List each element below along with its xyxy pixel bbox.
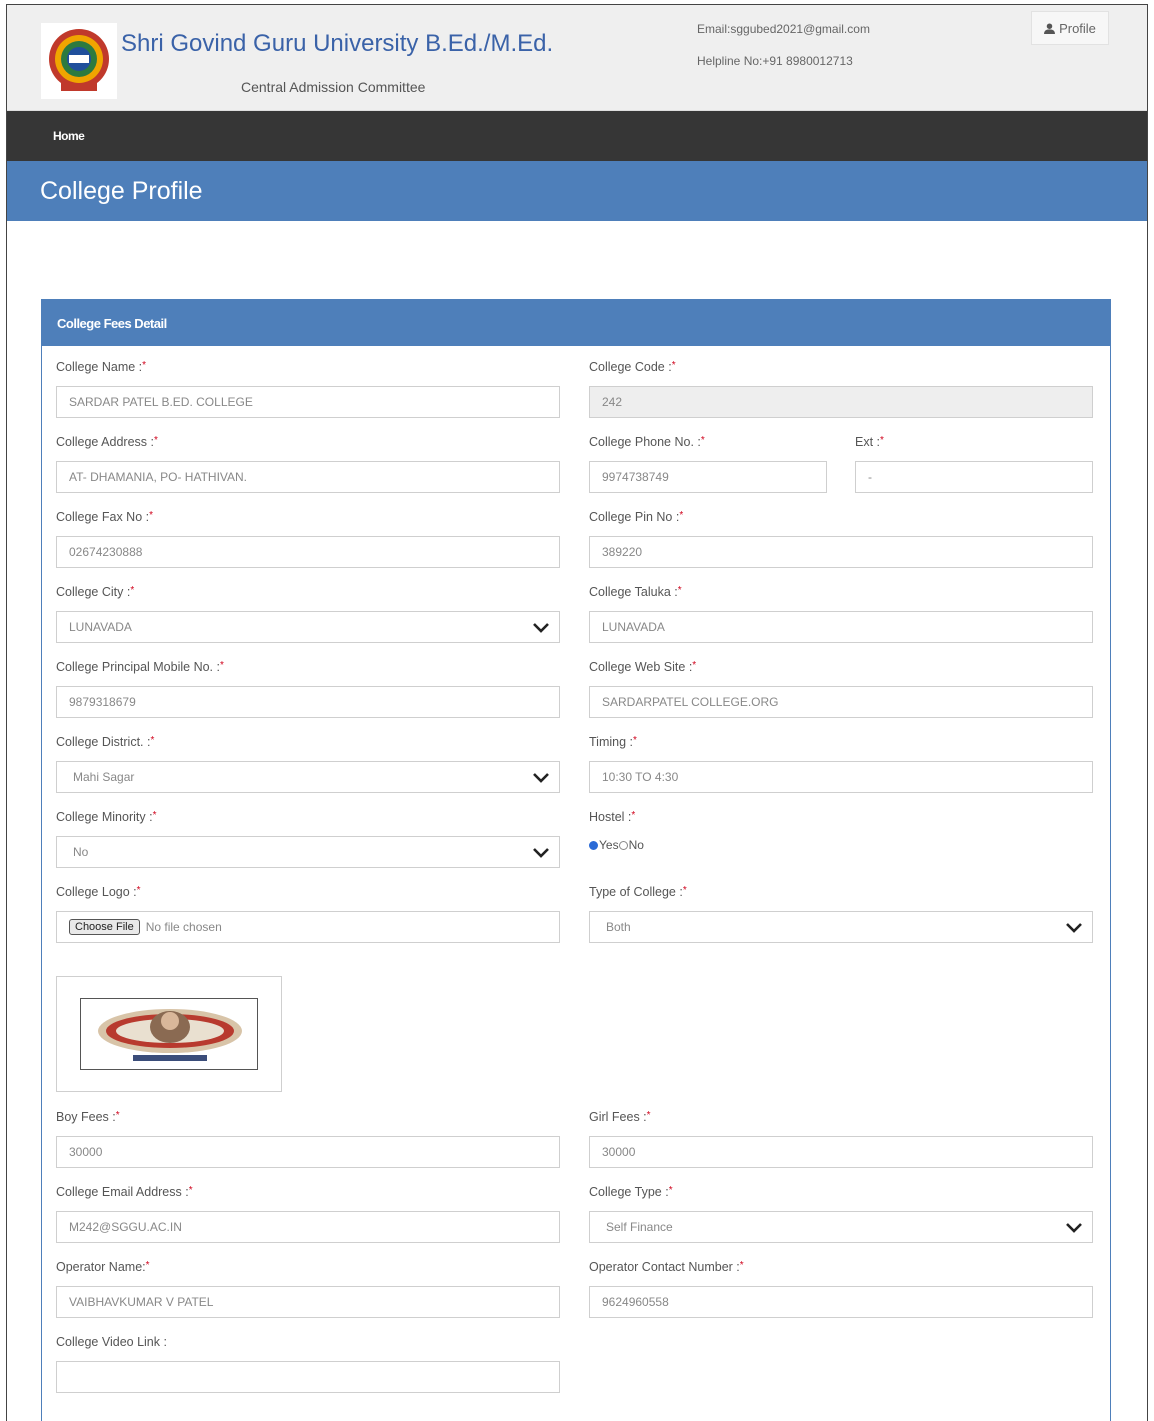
page-frame: Shri Govind Guru University B.Ed./M.Ed. … — [6, 4, 1148, 1421]
college-address-label: College Address :* — [56, 435, 158, 449]
chevron-down-icon — [1066, 923, 1082, 933]
operator-name-label: Operator Name:* — [56, 1260, 150, 1274]
hostel-no-radio[interactable] — [618, 840, 628, 850]
principal-mobile-input[interactable]: 9879318679 — [56, 686, 560, 718]
university-seal-icon — [49, 29, 109, 91]
nav-home-link[interactable]: Home — [53, 129, 85, 143]
college-type-value: Self Finance — [606, 1220, 673, 1234]
college-type-label: College Type :* — [589, 1185, 673, 1199]
email-input[interactable]: M242@SGGU.AC.IN — [56, 1211, 560, 1243]
panel-title: College Fees Detail — [57, 316, 167, 331]
minority-label: College Minority :* — [56, 810, 157, 824]
email-label: College Email Address :* — [56, 1185, 193, 1199]
video-link-input[interactable] — [56, 1361, 560, 1393]
chevron-down-icon — [533, 623, 549, 633]
chevron-down-icon — [533, 848, 549, 858]
panel-header: College Fees Detail — [42, 300, 1110, 346]
district-value: Mahi Sagar — [73, 770, 135, 784]
video-link-label: College Video Link : — [56, 1335, 167, 1349]
website-input[interactable]: SARDARPATEL COLLEGE.ORG — [589, 686, 1093, 718]
college-name-input[interactable]: SARDAR PATEL B.ED. COLLEGE — [56, 386, 560, 418]
chevron-down-icon — [1066, 1223, 1082, 1233]
college-type-select[interactable]: Self Finance — [589, 1211, 1093, 1243]
minority-select[interactable]: No — [56, 836, 560, 868]
ext-input[interactable]: - — [855, 461, 1093, 493]
college-code-input[interactable]: 242 — [589, 386, 1093, 418]
college-code-label: College Code :* — [589, 360, 676, 374]
file-status: No file chosen — [145, 920, 222, 934]
ext-label: Ext :* — [855, 435, 884, 449]
type-of-college-value: Both — [606, 920, 631, 934]
hostel-radio-group: Yes No — [589, 838, 644, 852]
college-name-label: College Name :* — [56, 360, 147, 374]
girl-fees-input[interactable]: 30000 — [589, 1136, 1093, 1168]
operator-name-input[interactable]: VAIBHAVKUMAR V PATEL — [56, 1286, 560, 1318]
hostel-no-label: No — [628, 838, 644, 852]
hostel-yes-label: Yes — [599, 838, 619, 852]
main-navbar: Home — [7, 111, 1147, 161]
page-banner: College Profile — [7, 161, 1147, 221]
university-title: Shri Govind Guru University B.Ed./M.Ed. — [121, 30, 554, 57]
university-subtitle: Central Admission Committee — [241, 79, 426, 95]
hostel-label: Hostel :* — [589, 810, 636, 824]
contact-helpline: Helpline No:+91 8980012713 — [697, 54, 853, 68]
choose-file-button[interactable]: Choose File — [69, 919, 140, 935]
district-label: College District. :* — [56, 735, 155, 749]
timing-input[interactable]: 10:30 TO 4:30 — [589, 761, 1093, 793]
university-logo — [41, 23, 117, 99]
website-label: College Web Site :* — [589, 660, 697, 674]
college-logo-image — [80, 998, 258, 1070]
boy-fees-label: Boy Fees :* — [56, 1110, 120, 1124]
fax-label: College Fax No :* — [56, 510, 154, 524]
logo-preview-box — [56, 976, 282, 1092]
college-address-input[interactable]: AT- DHAMANIA, PO- HATHIVAN. — [56, 461, 560, 493]
pin-label: College Pin No :* — [589, 510, 684, 524]
fax-input[interactable]: 02674230888 — [56, 536, 560, 568]
taluka-input[interactable]: LUNAVADA — [589, 611, 1093, 643]
district-select[interactable]: Mahi Sagar — [56, 761, 560, 793]
boy-fees-input[interactable]: 30000 — [56, 1136, 560, 1168]
logo-label: College Logo :* — [56, 885, 141, 899]
profile-label: Profile — [1059, 20, 1096, 36]
pin-input[interactable]: 389220 — [589, 536, 1093, 568]
contact-email: Email:sggubed2021@gmail.com — [697, 22, 870, 36]
user-icon — [1044, 22, 1056, 34]
profile-button[interactable]: Profile — [1031, 11, 1109, 45]
type-of-college-label: Type of College :* — [589, 885, 687, 899]
city-label: College City :* — [56, 585, 135, 599]
college-phone-label: College Phone No. :* — [589, 435, 705, 449]
site-header: Shri Govind Guru University B.Ed./M.Ed. … — [7, 5, 1147, 111]
minority-value: No — [73, 845, 89, 859]
city-select[interactable]: LUNAVADA — [56, 611, 560, 643]
girl-fees-label: Girl Fees :* — [589, 1110, 651, 1124]
college-logo-picture — [98, 1009, 242, 1061]
chevron-down-icon — [533, 773, 549, 783]
hostel-yes-radio[interactable] — [589, 840, 598, 850]
type-of-college-select[interactable]: Both — [589, 911, 1093, 943]
college-fees-panel: College Fees Detail College Name :* SARD… — [41, 299, 1111, 1421]
operator-contact-input[interactable]: 9624960558 — [589, 1286, 1093, 1318]
principal-mobile-label: College Principal Mobile No. :* — [56, 660, 224, 674]
timing-label: Timing :* — [589, 735, 637, 749]
city-value: LUNAVADA — [69, 620, 132, 634]
operator-contact-label: Operator Contact Number :* — [589, 1260, 744, 1274]
page-title: College Profile — [40, 177, 203, 205]
logo-file-input[interactable]: Choose File No file chosen — [56, 911, 560, 943]
college-phone-input[interactable]: 9974738749 — [589, 461, 827, 493]
taluka-label: College Taluka :* — [589, 585, 682, 599]
